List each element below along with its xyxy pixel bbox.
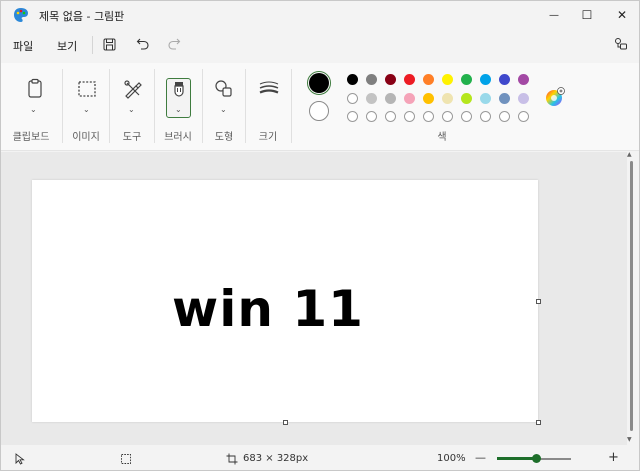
ribbon: ⌄ 클립보드 ⌄ 이미지 ⌄ 도구 ⌄ 브러시 ⌄ 도형 크기 색	[1, 63, 639, 151]
color-swatch[interactable]	[442, 74, 453, 85]
color-swatch[interactable]	[461, 74, 472, 85]
window-title: 제목 없음 - 그림판	[39, 10, 125, 23]
zoom-in-button[interactable]: +	[608, 450, 619, 465]
group-clipboard[interactable]: ⌄ 클립보드	[1, 63, 61, 151]
status-bar: 683 × 328px 100% — +	[1, 447, 639, 471]
brush-icon	[174, 82, 184, 97]
close-icon: ✕	[616, 8, 628, 22]
scroll-up-icon[interactable]: ▲	[627, 151, 632, 158]
empty-color-slot[interactable]	[499, 111, 510, 122]
tools-icon	[124, 80, 142, 99]
paint-window: 제목 없음 - 그림판 — ☐ ✕ 파일 보기 ⌄ 클립보드 ⌄ 이미지 ⌄ 도…	[0, 0, 640, 471]
empty-color-slot[interactable]	[461, 111, 472, 122]
empty-color-slot[interactable]	[385, 111, 396, 122]
edit-colors-button[interactable]	[544, 87, 566, 109]
selection-size-icon	[121, 454, 131, 464]
chevron-down-icon: ⌄	[128, 105, 135, 114]
color-swatch[interactable]	[385, 74, 396, 85]
group-label-clipboard: 클립보드	[12, 132, 50, 143]
group-label-tools: 도구	[122, 132, 142, 143]
maximize-icon: ☐	[581, 8, 593, 22]
color-swatch[interactable]	[366, 92, 377, 104]
group-brushes[interactable]: ⌄ 브러시	[155, 63, 201, 151]
color-swatch[interactable]	[423, 74, 434, 85]
group-label-size: 크기	[258, 132, 278, 143]
shapes-icon	[215, 80, 232, 97]
menu-bar: 파일 보기	[1, 29, 639, 59]
color-swatch[interactable]	[518, 92, 529, 104]
zoom-level[interactable]: 100%	[437, 453, 466, 464]
canvas-size-icon	[226, 453, 238, 465]
empty-color-slot[interactable]	[347, 111, 358, 122]
color-swatch[interactable]	[366, 74, 377, 85]
color-swatch[interactable]	[499, 74, 510, 85]
group-label-shapes: 도형	[214, 132, 234, 143]
color-swatch[interactable]	[347, 74, 358, 85]
menu-file[interactable]: 파일	[13, 38, 33, 54]
empty-color-slot[interactable]	[442, 111, 453, 122]
color-swatch[interactable]	[461, 92, 472, 104]
group-shapes[interactable]: ⌄ 도형	[203, 63, 245, 151]
color-swatch[interactable]	[423, 92, 434, 104]
group-size[interactable]: 크기	[246, 63, 290, 151]
color-swatch[interactable]	[518, 74, 529, 85]
zoom-out-button[interactable]: —	[475, 451, 486, 464]
empty-color-slot[interactable]	[404, 111, 415, 122]
chevron-down-icon: ⌄	[220, 105, 227, 114]
undo-icon	[136, 38, 149, 50]
chevron-down-icon: ⌄	[30, 105, 37, 114]
group-label-brushes: 브러시	[164, 132, 192, 143]
color-swatch[interactable]	[404, 74, 415, 85]
chevron-down-icon: ⌄	[175, 105, 182, 114]
vertical-scrollbar[interactable]	[630, 161, 633, 431]
menu-divider	[92, 36, 93, 54]
color-swatch[interactable]	[480, 92, 491, 104]
zoom-slider-thumb[interactable]	[532, 454, 541, 463]
zoom-slider-fill	[497, 457, 535, 460]
canvas-size-text: 683 × 328px	[243, 453, 309, 464]
empty-color-slot[interactable]	[423, 111, 434, 122]
select-rectangle-icon	[78, 81, 96, 97]
canvas-area: win 11	[1, 152, 627, 445]
save-button[interactable]	[101, 36, 117, 52]
scroll-down-icon[interactable]: ▼	[627, 436, 632, 443]
pointer-position-icon	[15, 453, 25, 465]
clipboard-icon	[28, 78, 42, 98]
color-swatch[interactable]	[385, 92, 396, 104]
group-tools[interactable]: ⌄ 도구	[110, 63, 154, 151]
group-image[interactable]: ⌄ 이미지	[63, 63, 109, 151]
chevron-down-icon: ⌄	[83, 105, 90, 114]
undo-button[interactable]	[135, 36, 151, 52]
title-bar: 제목 없음 - 그림판 — ☐ ✕	[1, 1, 639, 29]
resize-handle-right[interactable]	[536, 299, 541, 304]
paint-app-icon	[14, 8, 28, 22]
drawing-canvas[interactable]: win 11	[32, 180, 538, 422]
save-icon	[103, 38, 115, 50]
redo-icon	[168, 38, 181, 50]
color-swatch[interactable]	[499, 92, 510, 104]
layers-button[interactable]	[613, 36, 629, 52]
layers-icon	[615, 38, 627, 50]
canvas-text: win 11	[172, 280, 364, 338]
minimize-icon: —	[549, 9, 559, 21]
primary-color-swatch[interactable]	[309, 73, 329, 93]
group-label-colors: 색	[437, 132, 447, 143]
color-swatch[interactable]	[404, 92, 415, 104]
group-label-image: 이미지	[72, 132, 100, 143]
color-swatch[interactable]	[442, 92, 453, 104]
resize-handle-bottom[interactable]	[283, 420, 288, 425]
close-button[interactable]: ✕	[599, 1, 640, 29]
secondary-color-swatch[interactable]	[309, 101, 329, 121]
empty-color-slot[interactable]	[518, 111, 529, 122]
menu-view[interactable]: 보기	[57, 38, 77, 54]
color-swatch[interactable]	[480, 74, 491, 85]
line-size-icon	[259, 81, 279, 94]
empty-color-slot[interactable]	[480, 111, 491, 122]
resize-handle-corner[interactable]	[536, 420, 541, 425]
color-wheel-icon	[546, 87, 565, 106]
empty-color-slot[interactable]	[366, 111, 377, 122]
redo-button[interactable]	[166, 36, 182, 52]
color-swatch[interactable]	[347, 92, 358, 104]
